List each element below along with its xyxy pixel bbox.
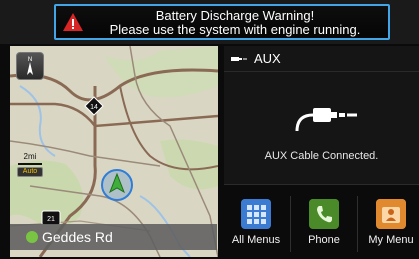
car-position-icon: [101, 169, 133, 201]
battery-warning-banner: Battery Discharge Warning! Please use th…: [54, 4, 390, 40]
warning-message: Battery Discharge Warning! Please use th…: [86, 9, 384, 37]
route-shield-icon: 14: [84, 96, 104, 116]
scale-mode[interactable]: Auto: [17, 167, 43, 177]
route-shield-bottom-label: 21: [47, 216, 55, 223]
compass-icon: N: [27, 57, 33, 75]
aux-header: AUX: [224, 46, 419, 72]
phone-icon: [309, 199, 339, 229]
all-menus-label: All Menus: [231, 234, 281, 246]
shortcut-bar: All Menus Phone My Menu: [224, 188, 419, 259]
aux-status-text: AUX Cable Connected.: [264, 150, 379, 162]
my-menu-button[interactable]: My Menu: [359, 188, 419, 259]
street-location-icon: [26, 231, 38, 243]
aux-title: AUX: [254, 51, 281, 66]
all-menus-button[interactable]: All Menus: [224, 188, 288, 259]
aux-plug-icon: [295, 108, 357, 132]
scale-distance: 2mi: [23, 152, 37, 161]
phone-button[interactable]: Phone: [292, 188, 356, 259]
my-menu-label: My Menu: [368, 234, 414, 246]
phone-label: Phone: [308, 234, 340, 246]
warning-title: Battery Discharge Warning!: [155, 8, 315, 23]
grid-icon: [241, 199, 271, 229]
current-street-bar: Geddes Rd: [10, 224, 217, 250]
current-street-name: Geddes Rd: [42, 229, 113, 245]
map-scale[interactable]: 2mi Auto: [16, 152, 44, 178]
compass-button[interactable]: N: [16, 52, 44, 80]
shortcut-divider: [290, 196, 291, 252]
route-shield-label: 14: [90, 104, 98, 111]
aux-cable-small-icon: [231, 57, 247, 61]
my-menu-icon: [376, 199, 406, 229]
status-bar: Battery Discharge Warning! Please use th…: [0, 0, 419, 44]
scale-bar: [18, 163, 42, 165]
shortcut-divider: [357, 196, 358, 252]
warning-instruction: Please use the system with engine runnin…: [109, 22, 361, 37]
warning-triangle-icon: [63, 13, 83, 31]
aux-media-panel[interactable]: AUX AUX Cable Connected.: [224, 46, 419, 185]
